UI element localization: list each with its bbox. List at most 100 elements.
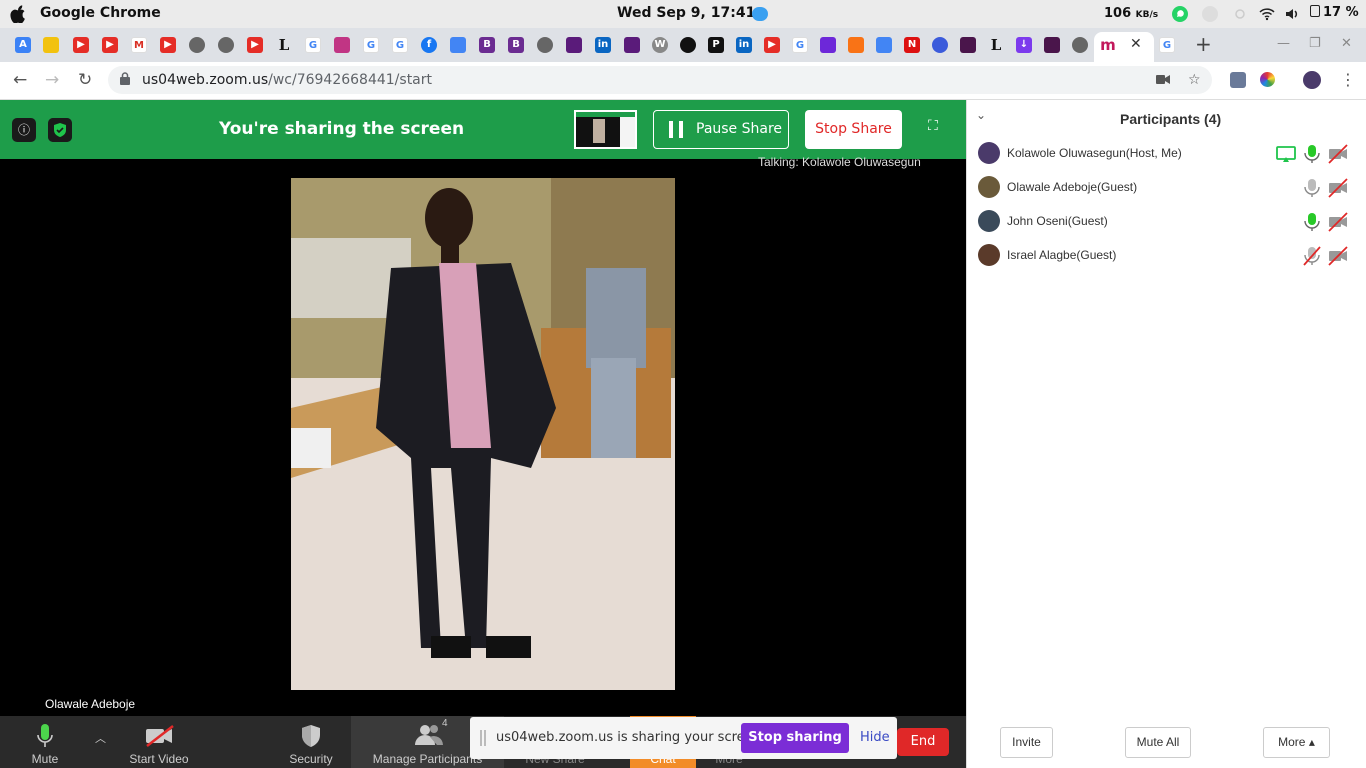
whatsapp-icon[interactable] (1172, 6, 1188, 22)
mute-button[interactable]: Mute (20, 716, 70, 768)
tab-youtube-icon[interactable]: ▶ (73, 37, 89, 53)
tab-link-icon[interactable] (848, 37, 864, 53)
audio-options-chevron-icon[interactable]: ︿ (95, 730, 106, 746)
participant-row[interactable]: John Oseni(Guest) (966, 205, 1366, 239)
tab-docs-icon[interactable] (876, 37, 892, 53)
tab-globe-icon[interactable] (1072, 37, 1088, 53)
color-picker-extension-icon[interactable] (1260, 72, 1275, 87)
invite-button[interactable]: Invite (1000, 727, 1053, 758)
new-tab-icon[interactable]: + (1195, 32, 1212, 56)
stop-share-button[interactable]: Stop Share (805, 110, 902, 149)
tab-google-icon[interactable]: G (392, 37, 408, 53)
menu-icon[interactable]: ⋮ (1340, 70, 1356, 89)
tab-appstore-icon[interactable]: A (15, 37, 31, 53)
tab-dark-icon[interactable] (680, 37, 696, 53)
minimize-icon[interactable]: — (1277, 36, 1290, 51)
close-window-icon[interactable]: ✕ (1341, 36, 1352, 51)
tab-slack-icon[interactable] (960, 37, 976, 53)
forward-icon[interactable]: → (45, 70, 59, 90)
active-app-name[interactable]: Google Chrome (40, 5, 161, 21)
tab-n-icon[interactable]: N (904, 37, 920, 53)
tab-l-icon[interactable]: L (988, 37, 1004, 53)
end-meeting-button[interactable]: End (897, 728, 949, 756)
tab-globe-icon[interactable] (537, 37, 553, 53)
tab-b-icon[interactable]: B (508, 37, 524, 53)
participant-row[interactable]: Israel Alagbe(Guest) (966, 239, 1366, 273)
tab-colorlib-icon[interactable] (624, 37, 640, 53)
skype-icon[interactable] (1202, 6, 1218, 22)
profile-avatar[interactable] (1303, 71, 1321, 89)
camera-icon[interactable] (1156, 74, 1170, 85)
tab-google-icon[interactable]: G (1159, 37, 1175, 53)
stop-sharing-button[interactable]: Stop sharing (741, 723, 849, 753)
microphone-icon[interactable] (1302, 178, 1322, 198)
video-off-icon[interactable] (1328, 246, 1348, 266)
shared-screen-thumbnail[interactable] (574, 110, 637, 149)
volume-icon[interactable] (1284, 6, 1300, 22)
tab-instagram-icon[interactable] (334, 37, 350, 53)
weather-icon[interactable] (752, 7, 768, 21)
tab-linkedin-icon[interactable]: in (736, 37, 752, 53)
tab-keep-icon[interactable] (43, 37, 59, 53)
tab-google-icon[interactable]: G (792, 37, 808, 53)
tab-globe-icon[interactable] (218, 37, 234, 53)
video-off-icon[interactable] (1328, 178, 1348, 198)
participant-name: John Oseni(Guest) (1007, 214, 1108, 228)
microphone-muted-icon[interactable] (1302, 246, 1322, 266)
maximize-icon[interactable]: ❐ (1309, 36, 1321, 51)
system-clock[interactable]: Wed Sep 9, 17:41 (617, 5, 755, 21)
mute-all-button[interactable]: Mute All (1125, 727, 1191, 758)
participant-row[interactable]: Olawale Adeboje(Guest) (966, 171, 1366, 205)
drag-handle[interactable] (480, 730, 486, 746)
battery-indicator[interactable]: 17 % (1310, 5, 1359, 20)
tab-l-icon[interactable]: L (276, 37, 292, 53)
video-off-icon[interactable] (1328, 212, 1348, 232)
security-button[interactable]: Security (285, 716, 337, 768)
shared-video-frame (291, 178, 675, 690)
tab-b-icon[interactable]: B (479, 37, 495, 53)
brightness-icon[interactable] (1232, 6, 1248, 22)
tab-google-icon[interactable]: G (363, 37, 379, 53)
bookmark-star-icon[interactable]: ☆ (1188, 72, 1201, 88)
tab-wordpress-icon[interactable]: W (652, 37, 668, 53)
tab-zoom-m-icon[interactable]: m (1100, 37, 1116, 53)
lock-icon[interactable] (120, 72, 130, 85)
microphone-icon[interactable] (1302, 212, 1322, 232)
tab-gmail-icon[interactable]: M (131, 37, 147, 53)
talking-indicator: Talking: Kolawole Oluwasegun (758, 155, 921, 169)
tab-globe-icon[interactable] (189, 37, 205, 53)
url-text[interactable]: us04web.zoom.us/wc/76942668441/start (142, 72, 432, 88)
microphone-icon[interactable] (1302, 144, 1322, 164)
tab-sync-icon[interactable] (932, 37, 948, 53)
tab-youtube-icon[interactable]: ▶ (764, 37, 780, 53)
info-icon[interactable]: ⓘ (12, 118, 36, 142)
start-video-button[interactable]: Start Video (124, 716, 194, 768)
hide-notification-link[interactable]: Hide (860, 730, 890, 745)
pause-share-button[interactable]: Pause Share (653, 110, 789, 149)
video-off-icon[interactable] (1328, 144, 1348, 164)
tab-linkedin-icon[interactable]: in (595, 37, 611, 53)
fullscreen-icon[interactable]: ⛶ (928, 118, 938, 134)
tab-google-icon[interactable]: G (305, 37, 321, 53)
network-speed: 106 KB/s (1104, 6, 1158, 21)
panel-more-button[interactable]: More ▴ (1263, 727, 1330, 758)
tab-youtube-icon[interactable]: ▶ (160, 37, 176, 53)
wifi-icon[interactable] (1259, 6, 1275, 22)
shield-icon[interactable] (48, 118, 72, 142)
tab-close-icon[interactable]: ✕ (1130, 36, 1142, 52)
tab-download-icon[interactable]: ↓ (1016, 37, 1032, 53)
reload-icon[interactable]: ↻ (78, 70, 92, 90)
collapse-panel-chevron-icon[interactable]: ⌄ (976, 108, 986, 122)
tab-youtube-icon[interactable]: ▶ (247, 37, 263, 53)
back-icon[interactable]: ← (13, 70, 27, 90)
tab-docs-icon[interactable] (450, 37, 466, 53)
tab-facebook-icon[interactable]: f (421, 37, 437, 53)
extension-icon[interactable] (1230, 72, 1246, 88)
tab-layers-icon[interactable] (820, 37, 836, 53)
tab-p-icon[interactable]: P (708, 37, 724, 53)
apple-icon[interactable] (10, 5, 26, 23)
participant-row[interactable]: Kolawole Oluwasegun(Host, Me) (966, 137, 1366, 171)
tab-slack-icon[interactable] (1044, 37, 1060, 53)
tab-colorlib-icon[interactable] (566, 37, 582, 53)
tab-youtube-icon[interactable]: ▶ (102, 37, 118, 53)
